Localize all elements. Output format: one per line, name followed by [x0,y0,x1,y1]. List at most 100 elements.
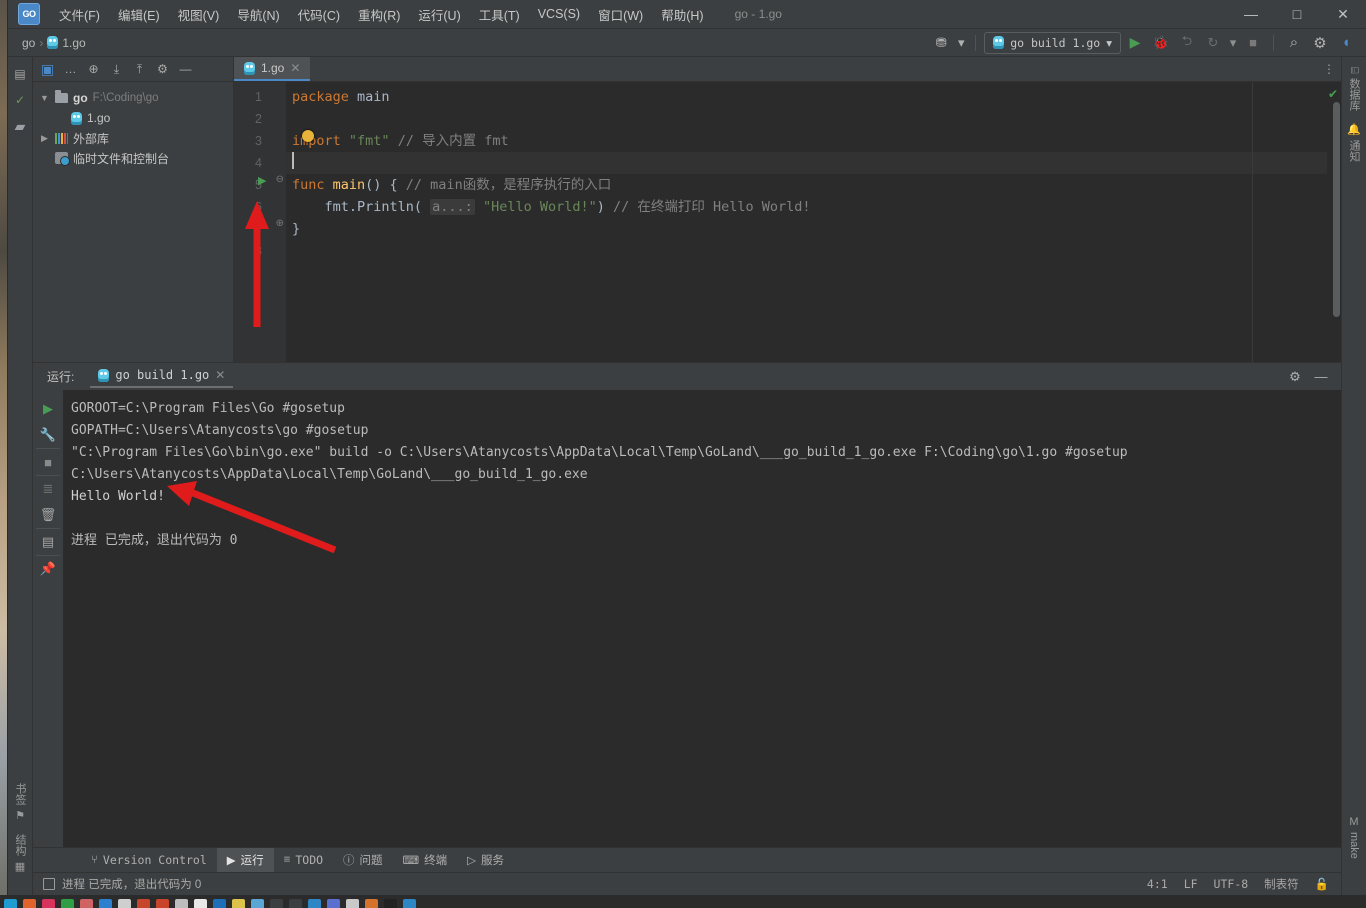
taskbar-item[interactable] [156,899,169,908]
close-button[interactable]: ✕ [1320,0,1366,28]
taskbar-item[interactable] [327,899,340,908]
chevron-right-icon[interactable]: ▶ [39,133,50,144]
tree-node-scratches[interactable]: 临时文件和控制台 [33,148,233,168]
taskbar-item[interactable] [194,899,207,908]
more-options-icon[interactable]: … [60,59,81,79]
taskbar-item[interactable] [4,899,17,908]
collapse-all-icon[interactable]: ⤒ [129,59,150,79]
account-icon[interactable]: ⛃ [929,32,953,54]
tab-terminal[interactable]: ⌨ 终端 [393,848,458,872]
status-message-icon[interactable] [43,878,55,890]
run-with-coverage-icon[interactable]: ⮌ [1175,32,1199,54]
run-icon[interactable]: ▶ [1123,32,1147,54]
menu-window[interactable]: 窗口(W) [589,1,652,28]
caret-position[interactable]: 4:1 [1147,877,1168,891]
project-tool-button[interactable]: ▤ [11,65,29,83]
make-tool-button[interactable]: M make [1348,810,1360,865]
search-icon[interactable]: ⌕ [1282,32,1306,54]
menu-bar[interactable]: 文件(F) 编辑(E) 视图(V) 导航(N) 代码(C) 重构(R) 运行(U… [50,1,713,28]
editor-marker-bar[interactable]: ✔ [1327,82,1341,362]
taskbar-item[interactable] [251,899,264,908]
editor-scrollbar-thumb[interactable] [1333,102,1340,317]
stop-icon[interactable]: ■ [1241,32,1265,54]
taskbar-item[interactable] [42,899,55,908]
fold-collapse-icon[interactable]: ⊖ [276,174,284,185]
menu-file[interactable]: 文件(F) [50,1,109,28]
gear-icon[interactable]: ⚙ [1308,32,1332,54]
code-text[interactable]: package main import "fmt" // 导入内置 fmt fu… [286,82,1327,362]
project-tree[interactable]: ▼ go F:\Coding\go 1.go ▶ 外部库 临时文件和控制台 [33,82,233,362]
clear-all-button[interactable]: 🗑 [36,502,60,528]
menu-edit[interactable]: 编辑(E) [109,1,169,28]
hide-panel-icon[interactable]: — [175,59,196,79]
tab-problems[interactable]: ⓘ 问题 [333,848,393,872]
database-tool-button[interactable]: ⌸ 数据库 [1346,61,1362,117]
pin-tab-button[interactable]: 📌 [36,555,60,582]
locate-file-icon[interactable]: ⊕ [83,59,104,79]
intention-bulb-icon[interactable] [302,130,314,142]
filter-button[interactable]: ≣ [36,475,60,502]
fold-expand-icon[interactable]: ⊕ [276,218,284,229]
taskbar-item[interactable] [118,899,131,908]
encoding[interactable]: UTF-8 [1214,877,1249,891]
expand-all-icon[interactable]: ⤓ [106,59,127,79]
edit-configurations-button[interactable]: 🔧 [36,422,60,448]
tree-node-external-libraries[interactable]: ▶ 外部库 [33,128,233,148]
editor-gutter[interactable]: 1 2 3 4 5 6 7 8 ▶ ⊖ ⊕ [234,82,286,362]
project-view-selector-icon[interactable]: ▣ [37,59,58,79]
taskbar-item[interactable] [289,899,302,908]
taskbar-item[interactable] [270,899,283,908]
rerun-button[interactable]: ▶ [36,396,60,422]
layout-button[interactable]: ▤ [36,528,60,555]
close-icon[interactable]: ✕ [290,61,300,75]
maximize-button[interactable]: □ [1274,0,1320,28]
stop-button[interactable]: ■ [36,448,60,475]
minimize-button[interactable]: — [1228,0,1274,28]
tree-node-go[interactable]: ▼ go F:\Coding\go [33,88,233,108]
taskbar-item[interactable] [232,899,245,908]
breadcrumb-item-file[interactable]: 1.go [62,36,85,50]
taskbar-item[interactable] [308,899,321,908]
menu-vcs[interactable]: VCS(S) [529,3,589,25]
taskbar-item[interactable] [80,899,93,908]
close-icon[interactable]: ✕ [215,368,225,382]
tab-services[interactable]: ▷ 服务 [457,848,514,872]
tab-version-control[interactable]: ⑂ Version Control [81,848,217,872]
taskbar-item[interactable] [346,899,359,908]
notifications-tool-button[interactable]: 🔔 通知 [1346,117,1362,168]
chevron-down-icon[interactable]: ▼ [39,93,50,103]
tab-run[interactable]: ▶ 运行 [216,848,274,872]
breadcrumb[interactable]: go › 1.go [8,36,86,50]
menu-view[interactable]: 视图(V) [169,1,229,28]
gear-icon[interactable]: ⚙ [1283,366,1307,388]
chevron-down-icon[interactable]: ▾ [955,32,967,54]
taskbar-item[interactable] [365,899,378,908]
menu-code[interactable]: 代码(C) [289,1,349,28]
menu-refactor[interactable]: 重构(R) [349,1,409,28]
console-output[interactable]: GOROOT=C:\Program Files\Go #gosetup GOPA… [63,390,1341,847]
inspections-ok-icon[interactable]: ✔ [1328,87,1338,101]
updates-icon[interactable]: ◖ [1334,32,1358,54]
taskbar-item[interactable] [137,899,150,908]
line-separator[interactable]: LF [1184,877,1198,891]
run-tab-go-build[interactable]: go build 1.go ✕ [90,365,234,388]
run-configuration-selector[interactable]: go build 1.go ▾ [984,31,1121,54]
debug-icon[interactable]: 🐞 [1149,32,1173,54]
taskbar-item[interactable] [403,899,416,908]
structure-tool-button[interactable]: 结构 ▦ [12,828,28,879]
lock-icon[interactable]: 🔓 [1315,877,1329,891]
indent-setting[interactable]: 制表符 [1264,876,1299,892]
taskbar-item[interactable] [61,899,74,908]
tree-node-1go[interactable]: 1.go [33,108,233,128]
editor-tabs-more-icon[interactable]: ⋮ [1323,57,1341,81]
taskbar-item[interactable] [99,899,112,908]
run-gutter-icon[interactable]: ▶ [258,174,266,187]
bookmarks-tool-button[interactable]: 书签 ⚑ [12,777,28,828]
editor-tab-1go[interactable]: 1.go ✕ [234,57,311,81]
taskbar-item[interactable] [213,899,226,908]
commit-tool-button[interactable]: ✓ [11,91,29,109]
tab-todo[interactable]: ≡ TODO [274,848,333,872]
breadcrumb-item-project[interactable]: go [22,36,35,50]
menu-navigate[interactable]: 导航(N) [228,1,288,28]
windows-taskbar[interactable] [0,895,1366,908]
